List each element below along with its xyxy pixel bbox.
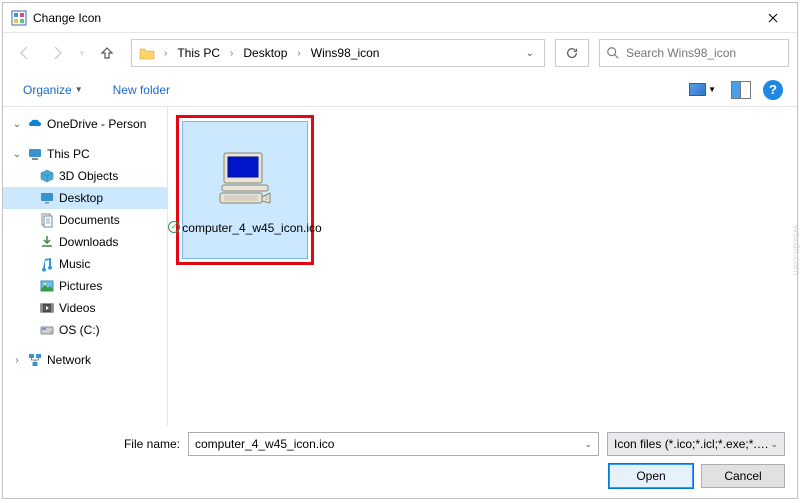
tree-label: Network <box>47 353 91 367</box>
chevron-right-icon: › <box>224 48 239 59</box>
breadcrumb-item[interactable]: Desktop <box>239 44 291 62</box>
tree-label: Downloads <box>59 235 118 249</box>
recent-dropdown[interactable]: ▼ <box>75 39 89 67</box>
chevron-down-icon: ▼ <box>75 85 83 94</box>
tree-network[interactable]: › Network <box>3 349 167 371</box>
filename-combo[interactable]: ⌄ <box>188 432 599 456</box>
filename-input[interactable] <box>195 437 584 451</box>
onedrive-icon <box>27 116 43 132</box>
breadcrumb-bar[interactable]: › This PC › Desktop › Wins98_icon ⌄ <box>131 39 545 67</box>
filename-label: File name: <box>15 437 180 451</box>
thispc-icon <box>27 146 43 162</box>
breadcrumb-item[interactable]: Wins98_icon <box>307 44 384 62</box>
chevron-down-icon[interactable]: ⌄ <box>520 48 540 59</box>
dialog-footer: File name: ⌄ Icon files (*.ico;*.icl;*.e… <box>3 426 797 498</box>
tree-label: OS (C:) <box>59 323 100 337</box>
file-item[interactable]: ✓ computer_4_w45_icon.ico <box>182 121 308 259</box>
tree-label: Desktop <box>59 191 103 205</box>
tree-label: 3D Objects <box>59 169 118 183</box>
network-icon <box>27 352 43 368</box>
navigation-row: ▼ › This PC › Desktop › Wins98_icon ⌄ <box>3 33 797 73</box>
new-folder-button[interactable]: New folder <box>107 79 176 101</box>
up-button[interactable] <box>93 39 121 67</box>
back-button[interactable] <box>11 39 39 67</box>
tree-desktop[interactable]: Desktop <box>3 187 167 209</box>
tree-thispc[interactable]: ⌄ This PC <box>3 143 167 165</box>
forward-button[interactable] <box>43 39 71 67</box>
sync-icon: ✓ <box>168 221 180 233</box>
close-button[interactable] <box>750 3 795 32</box>
music-icon <box>39 256 55 272</box>
tree-label: Music <box>59 257 90 271</box>
pictures-icon <box>39 278 55 294</box>
tree-3d-objects[interactable]: 3D Objects <box>3 165 167 187</box>
view-menu[interactable]: ▼ <box>684 80 721 99</box>
chevron-right-icon: › <box>158 48 173 59</box>
drive-icon <box>39 322 55 338</box>
preview-pane-button[interactable] <box>731 81 753 99</box>
organize-menu[interactable]: Organize ▼ <box>17 79 89 101</box>
desktop-icon <box>39 190 55 206</box>
chevron-down-icon[interactable]: ⌄ <box>584 439 592 450</box>
filetype-filter[interactable]: Icon files (*.ico;*.icl;*.exe;*.dll) ⌄ <box>607 432 785 456</box>
videos-icon <box>39 300 55 316</box>
search-icon <box>606 46 620 60</box>
help-button[interactable]: ? <box>763 80 783 100</box>
tree-documents[interactable]: Documents <box>3 209 167 231</box>
chevron-right-icon: › <box>291 48 306 59</box>
tree-music[interactable]: Music <box>3 253 167 275</box>
change-icon-dialog: Change Icon ▼ › This PC › Desktop › Wins… <box>2 2 798 499</box>
search-box[interactable] <box>599 39 789 67</box>
tree-label: This PC <box>47 147 90 161</box>
file-name-wrap: ✓ computer_4_w45_icon.ico <box>164 221 325 235</box>
window-title: Change Icon <box>33 11 750 25</box>
tree-pictures[interactable]: Pictures <box>3 275 167 297</box>
3dobjects-icon <box>39 168 55 184</box>
tree-label: Documents <box>59 213 120 227</box>
new-folder-label: New folder <box>113 83 170 97</box>
view-icon <box>689 83 706 96</box>
dialog-body: ⌄ OneDrive - Person ⌄ This PC 3D Objects… <box>3 107 797 426</box>
collapse-icon[interactable]: ⌄ <box>11 149 23 160</box>
cancel-button[interactable]: Cancel <box>701 464 785 488</box>
expand-icon[interactable]: › <box>11 355 23 366</box>
collapse-icon[interactable]: ⌄ <box>11 119 23 130</box>
folder-icon <box>138 44 156 62</box>
highlight-box: ✓ computer_4_w45_icon.ico <box>176 115 314 265</box>
tree-videos[interactable]: Videos <box>3 297 167 319</box>
breadcrumb-item[interactable]: This PC <box>173 44 224 62</box>
tree-onedrive[interactable]: ⌄ OneDrive - Person <box>3 113 167 135</box>
chevron-down-icon: ⌄ <box>770 439 778 450</box>
app-icon <box>11 10 27 26</box>
file-name-label: computer_4_w45_icon.ico <box>182 221 321 235</box>
downloads-icon <box>39 234 55 250</box>
navigation-tree[interactable]: ⌄ OneDrive - Person ⌄ This PC 3D Objects… <box>3 107 168 426</box>
search-input[interactable] <box>626 46 782 60</box>
chevron-down-icon: ▼ <box>708 85 716 94</box>
tree-label: OneDrive - Person <box>47 117 146 131</box>
file-list[interactable]: ✓ computer_4_w45_icon.ico <box>168 107 797 426</box>
tree-downloads[interactable]: Downloads <box>3 231 167 253</box>
filter-label: Icon files (*.ico;*.icl;*.exe;*.dll) <box>614 437 770 451</box>
organize-label: Organize <box>23 83 72 97</box>
title-bar: Change Icon <box>3 3 797 33</box>
command-bar: Organize ▼ New folder ▼ ? <box>3 73 797 107</box>
tree-os-drive[interactable]: OS (C:) <box>3 319 167 341</box>
tree-label: Videos <box>59 301 95 315</box>
open-button[interactable]: Open <box>609 464 693 488</box>
refresh-button[interactable] <box>555 39 589 67</box>
file-thumbnail <box>210 145 280 215</box>
documents-icon <box>39 212 55 228</box>
tree-label: Pictures <box>59 279 102 293</box>
